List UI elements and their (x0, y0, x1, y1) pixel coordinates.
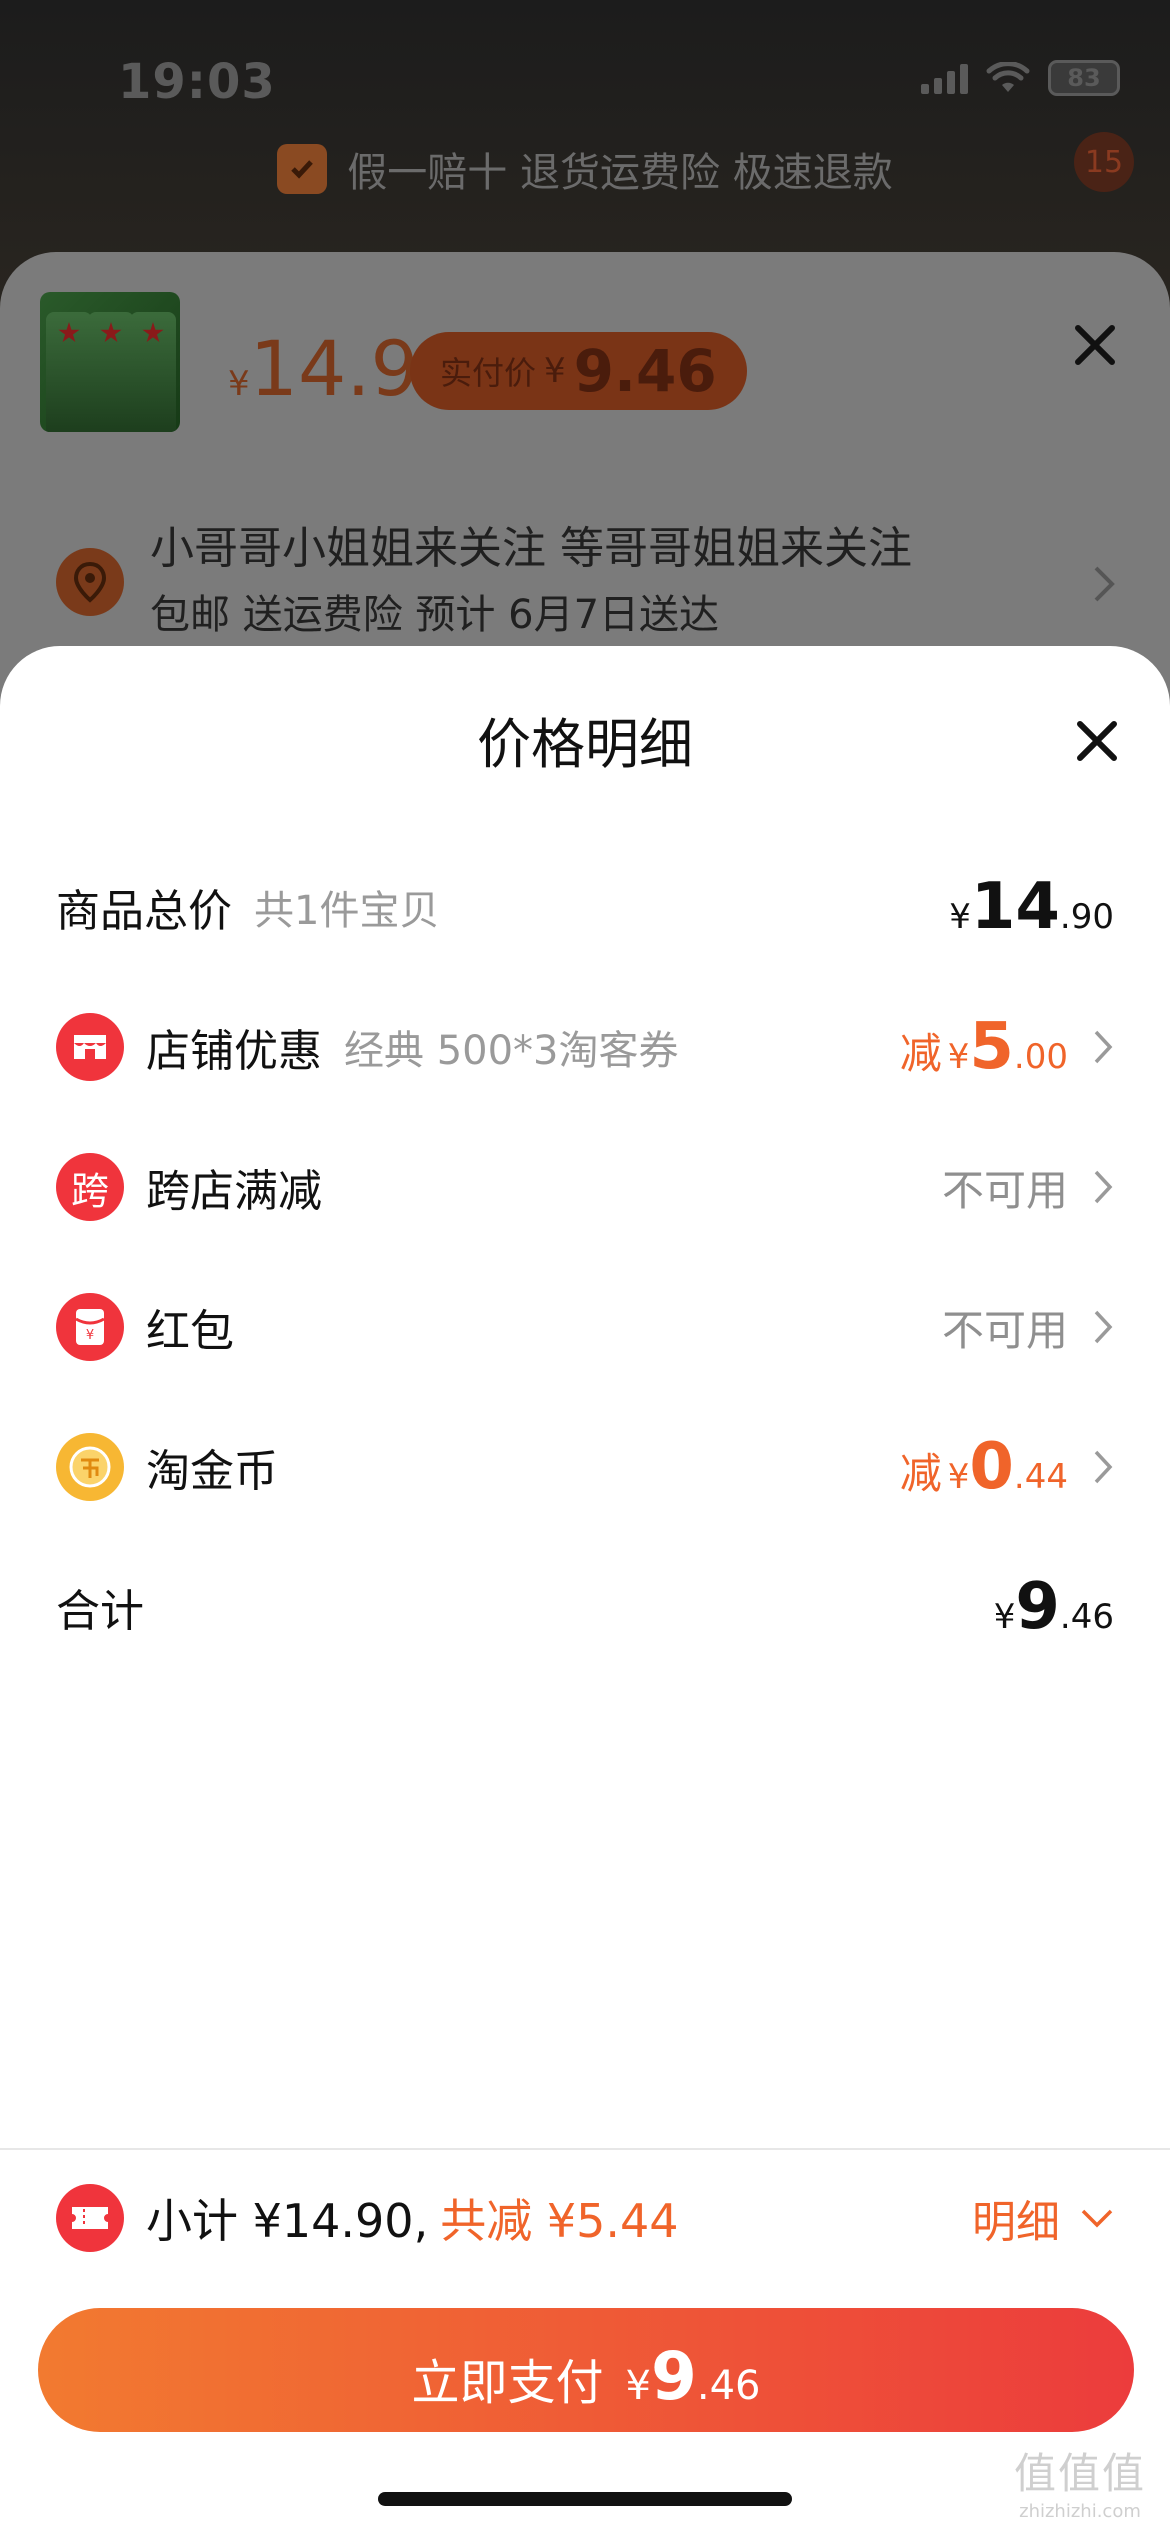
coin-discount-amount: 减 ¥ 0 .44 (899, 1430, 1068, 1504)
checkout-bar: 小计 ¥14.90, 共减 ¥5.44 明细 立即支付 ¥ 9 .46 (0, 2148, 1170, 2532)
chevron-right-icon (1094, 1450, 1113, 1484)
status-time: 19:03 (118, 54, 276, 110)
chevron-right-icon (1094, 1310, 1113, 1344)
wifi-icon (986, 62, 1030, 92)
watermark: 值值值 zhizhizhi.com (1013, 2449, 1146, 2522)
signal-icon (921, 62, 968, 94)
battery-level: 83 (1067, 64, 1101, 92)
total-price-amount: ¥ 14 .90 (949, 870, 1114, 944)
subtotal-text: 小计 ¥14.90, (146, 2194, 429, 2248)
shop-discount-amount: 减 ¥ 5 .00 (899, 1010, 1068, 1084)
status-icons: 83 (921, 60, 1120, 96)
close-icon[interactable] (1074, 718, 1120, 764)
product-image (40, 292, 180, 432)
grand-total-amount: ¥ 9 .46 (993, 1570, 1114, 1644)
actual-price-pill: 实付价 ¥ 9.46 (410, 332, 747, 410)
chevron-right-icon (1094, 1170, 1113, 1204)
red-packet-icon: ¥ (56, 1293, 124, 1361)
address-line: 小哥哥小姐姐来关注 等哥哥姐姐来关注 (150, 523, 912, 574)
home-indicator[interactable] (378, 2492, 792, 2506)
chevron-right-icon (1094, 1030, 1113, 1064)
shield-icon (277, 144, 328, 194)
sheet-title: 价格明细 (477, 713, 693, 776)
coupon-icon (56, 2184, 124, 2252)
svg-text:¥: ¥ (86, 1328, 94, 1343)
notification-badge[interactable]: 15 (1074, 132, 1134, 192)
cross-store-status: 不可用 (941, 1165, 1068, 1215)
product-price: ¥ 14.9 (228, 324, 419, 413)
battery-icon: 83 (1048, 60, 1120, 96)
chevron-right-icon (1094, 566, 1115, 602)
row-taobao-coins[interactable]: 淘金币 减 ¥ 0 .44 (56, 1422, 1114, 1512)
detail-toggle-button[interactable]: 明细 (972, 2186, 1114, 2250)
summary-row: 小计 ¥14.90, 共减 ¥5.44 明细 (56, 2178, 1114, 2258)
row-total-price: 商品总价 共1件宝贝 ¥ 14 .90 (56, 870, 1114, 944)
saved-text: 共减 ¥5.44 (440, 2194, 679, 2248)
row-grand-total: 合计 ¥ 9 .46 (56, 1570, 1114, 1644)
guarantee-banner: 假一赔十 退货运费险 极速退款 (0, 140, 1170, 198)
guarantee-text: 假一赔十 退货运费险 极速退款 (347, 150, 893, 196)
chevron-down-icon (1081, 2209, 1113, 2228)
row-red-packet[interactable]: ¥ 红包 不可用 (56, 1282, 1114, 1372)
red-packet-status: 不可用 (941, 1305, 1068, 1355)
cross-store-icon: 跨 (56, 1153, 124, 1221)
row-shop-discount[interactable]: 店铺优惠 经典 500*3淘客券 减 ¥ 5 .00 (56, 1002, 1114, 1092)
coin-icon (56, 1433, 124, 1501)
close-icon[interactable] (1070, 320, 1120, 370)
pay-now-button[interactable]: 立即支付 ¥ 9 .46 (38, 2308, 1134, 2432)
row-cross-store-discount[interactable]: 跨 跨店满减 不可用 (56, 1142, 1114, 1232)
shop-icon (56, 1013, 124, 1081)
location-pin-icon (56, 548, 124, 616)
status-bar: 19:03 83 (0, 40, 1170, 120)
delivery-info: 包邮 送运费险 预计 6月7日送达 (150, 592, 720, 638)
